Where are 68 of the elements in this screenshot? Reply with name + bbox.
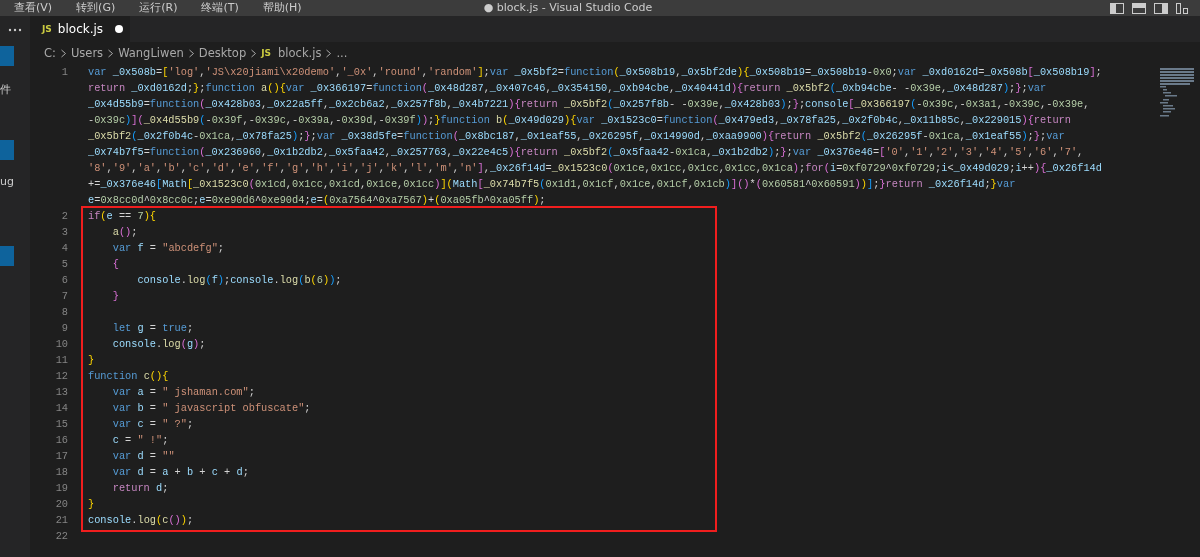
code-line: _0x74b7f5=function(_0x236960,_0x1b2db2,_0x5faa42,_0x257763,_0x22e4c5){return _0x5bf2(_0x5faa42-0x1ca,_0x1b2db2);};var _0x376e46=['0','1','2','3','4','5','6','7', [88, 145, 1084, 160]
code-line: let g = true; [111, 321, 194, 336]
code-line: var b = " javascript obfuscate"; [111, 401, 311, 416]
breadcrumb-item[interactable]: WangLiwen [118, 46, 184, 60]
code-line: c = " !"; [111, 433, 169, 448]
code-line: } [88, 497, 95, 512]
code-line: var f = "abcdefg"; [111, 241, 224, 256]
file-type-icon: JS [42, 24, 52, 34]
sidebar-label: 件 [0, 82, 12, 98]
code-line: var _0x508b=['log','JS\x20jiami\x20demo','_0x','round','random'];var _0x5bf2=function(_0x508b19,_0x5bf2de){_0x508b19=_0x508b19-0x0;var _0xd0162d=_0x508b[_0x508b19]; [88, 65, 1102, 80]
line-number: 3 [60, 225, 68, 240]
code-line: return d; [111, 481, 169, 496]
code-line: function c(){ [88, 369, 169, 384]
breadcrumb-item[interactable]: C: [44, 46, 56, 60]
code-line: } [88, 353, 95, 368]
line-number: 12 [54, 369, 68, 384]
line-number: 6 [60, 273, 68, 288]
code-line: a(); [111, 225, 138, 240]
code-line: var a = " jshaman.com"; [111, 385, 255, 400]
menu-item[interactable]: 转到(G) [64, 0, 128, 16]
code-line: _0x4d55b9=function(_0x428b03,_0x22a5ff,_0x2cb6a2,_0x257f8b,_0x4b7221){return _0x5bf2(_0x257f8b- -0x39e,_0x428b03);};console[_0x366197(-0x39c,-0x3a1,-0x39c,-0x39e, [88, 97, 1090, 112]
breadcrumb-item[interactable]: block.js [278, 46, 322, 60]
code-line: } [111, 289, 119, 304]
editor-tab[interactable]: JS block.js [30, 16, 130, 42]
line-number: 13 [54, 385, 68, 400]
breadcrumb-item[interactable]: Users [70, 46, 104, 60]
code-line: e=0x8cc0d^0x8cc0c;e=0xe90d6^0xe90d4;e=(0xa7564^0xa7567)+(0xa05fb^0xa05ff); [88, 193, 546, 208]
menu-item[interactable]: 运行(R) [127, 0, 190, 16]
line-number: 16 [54, 433, 68, 448]
code-line: { [111, 257, 119, 272]
code-line: var c = " ?"; [111, 417, 194, 432]
menu-item[interactable]: 帮助(H) [250, 0, 314, 16]
code-line: -0x39c)](_0x4d55b9(-0x39f,-0x39c,-0x39a,-0x39d,-0x39f));}function b(_0x49d029){var _0x1523c0=function(_0x479ed3,_0x78fa25,_0x2f0b4c,_0x11b85c,_0x229015){return [88, 113, 1071, 128]
line-number: 8 [60, 305, 68, 320]
line-number: 15 [54, 417, 68, 432]
line-number: 20 [54, 497, 68, 512]
code-line: console.log(f);console.log(b(6)); [136, 273, 342, 288]
code-line: console.log(c()); [88, 513, 194, 528]
line-number: 14 [54, 401, 68, 416]
line-number: 21 [54, 513, 68, 528]
file-type-icon: JS [261, 48, 272, 58]
line-number: 5 [60, 257, 68, 272]
code-line: var d = "" [111, 449, 175, 464]
code-line: return _0xd0162d;};function a(){var _0x366197=function(_0x48d287,_0x407c46,_0x354150,_0xb94cbe,_0x40441d){return _0x5bf2(_0xb94cbe- -0x39e,_0x48d287);};var [88, 81, 1047, 96]
sidebar-label: ug [0, 174, 15, 190]
breadcrumb-item[interactable]: Desktop [198, 46, 247, 60]
line-number: 18 [54, 465, 68, 480]
breadcrumb-item[interactable]: ... [336, 46, 348, 60]
tab-label: block.js [57, 22, 104, 36]
code-line: +=_0x376e46[Math[_0x1523c0(0x1cd,0x1cc,0x1cd,0x1ce,0x1cc)](Math[_0x74b7f5(0x1d1,0x1cf,0x1ce,0x1cf,0x1cb)]()*(0x60581^0x60591))];}return _0x26f14d;}var [88, 177, 1016, 192]
line-number: 1 [60, 65, 68, 80]
line-number: 7 [60, 289, 68, 304]
code-line: console.log(g); [111, 337, 206, 352]
line-number: 11 [54, 353, 68, 368]
code-line: '8','9','a','b','c','d','e','f','g','h','i','j','k','l','m','n'],_0x26f14d=_0x1523c0(0x1ce,0x1cc,0x1cc,0x1cc,0x1ca);for(i=0xf0729^0xf0729;i<_0x49d029;i++){_0x26f14d [88, 161, 1102, 176]
window-title: ● block.js - Visual Studio Code [483, 0, 653, 16]
line-number: 4 [60, 241, 68, 256]
line-number: 19 [54, 481, 68, 496]
line-number: 10 [54, 337, 68, 352]
line-number: 22 [54, 529, 68, 544]
line-number: 17 [54, 449, 68, 464]
code-line: if(e == 7){ [88, 209, 157, 224]
line-number: 2 [60, 209, 68, 224]
code-line: var d = a + b + c + d; [111, 465, 249, 480]
menu-item[interactable]: 终端(T) [189, 0, 251, 16]
code-line: _0x5bf2(_0x2f0b4c-0x1ca,_0x78fa25);};var _0x38d5fe=function(_0x8bc187,_0x1eaf55,_0x26295f,_0x14990d,_0xaa9900){return _0x5bf2(_0x26295f-0x1ca,_0x1eaf55);};var [88, 129, 1065, 144]
line-number: 9 [60, 321, 68, 336]
menu-item[interactable]: 查看(V) [2, 0, 65, 16]
